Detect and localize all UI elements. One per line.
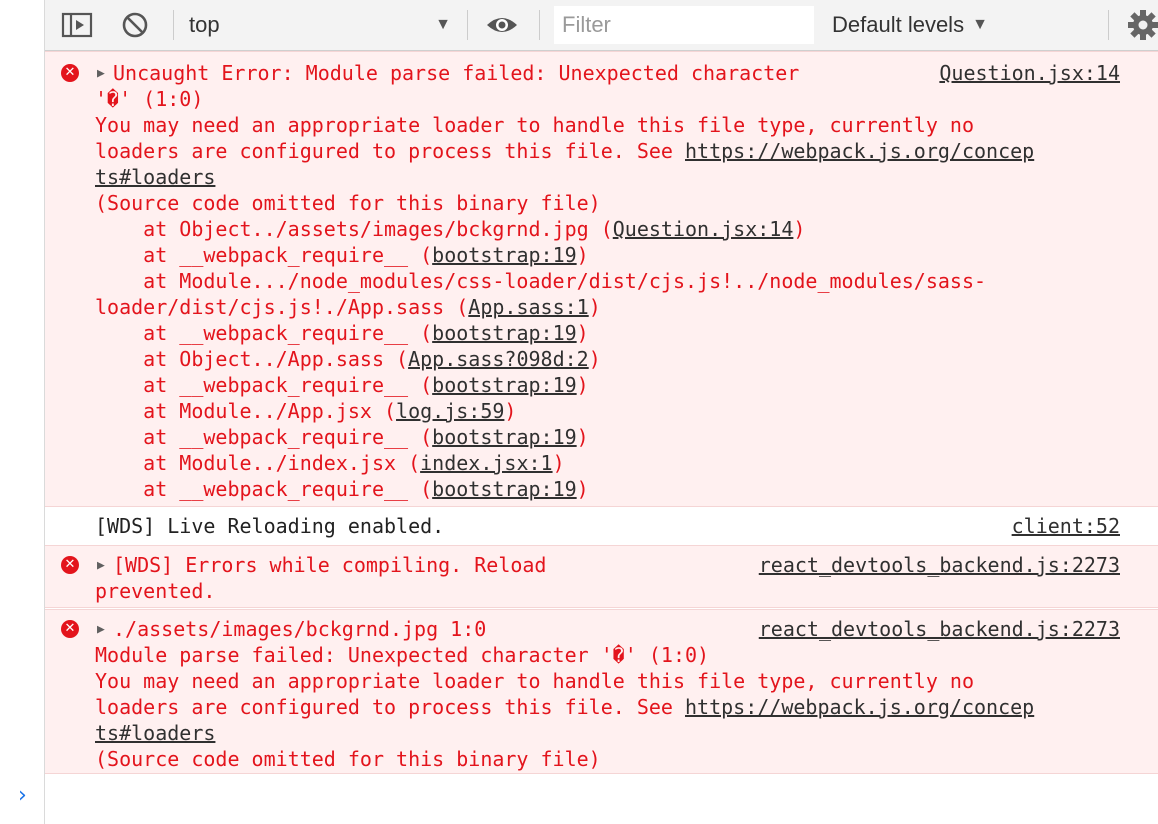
error-text-line: (Source code omitted for this binary fil… bbox=[95, 191, 601, 215]
stack-frame: at Module../index.jsx (index.jsx:1) bbox=[95, 450, 565, 476]
error-text-line: loaders are configured to process this f… bbox=[95, 694, 1034, 720]
error-text-line: You may need an appropriate loader to ha… bbox=[95, 113, 974, 137]
error-text-line: loaders are configured to process this f… bbox=[95, 138, 1034, 164]
stack-frame-tail: ) bbox=[576, 477, 589, 501]
stack-frame-link[interactable]: bootstrap:19 bbox=[432, 321, 577, 345]
error-text: loaders are configured to process this f… bbox=[95, 139, 686, 163]
expand-triangle-icon[interactable]: ▶ bbox=[97, 617, 105, 643]
stack-frame-link[interactable]: Question.jsx:14 bbox=[613, 217, 794, 241]
docs-link[interactable]: https://webpack.js.org/concep bbox=[685, 695, 1034, 719]
error-text-line: ts#loaders bbox=[95, 720, 215, 746]
source-link[interactable]: Question.jsx:14 bbox=[939, 60, 1120, 86]
console-log-message[interactable]: [WDS] Live Reloading enabled. client:52 bbox=[45, 508, 1158, 544]
toolbar-divider bbox=[173, 10, 174, 40]
docs-link[interactable]: https://webpack.js.org/concep bbox=[685, 139, 1034, 163]
toolbar-divider bbox=[539, 10, 540, 40]
stack-frame-link[interactable]: index.jsx:1 bbox=[420, 451, 552, 475]
expand-triangle-icon[interactable]: ▶ bbox=[97, 61, 105, 87]
stack-frame-text: at Module.../node_modules/css-loader/dis… bbox=[95, 269, 987, 293]
stack-frame-text: at __webpack_require__ ( bbox=[95, 425, 433, 449]
error-text-line: '�' (1:0) bbox=[95, 87, 204, 111]
stack-frame-text: at __webpack_require__ ( bbox=[95, 321, 433, 345]
error-title: [WDS] Errors while compiling. Reload bbox=[113, 553, 547, 577]
stack-frame-text: at __webpack_require__ ( bbox=[95, 243, 433, 267]
console-error-message[interactable]: ✕ ▶ [WDS] Errors while compiling. Reload… bbox=[45, 545, 1158, 608]
error-text-line: (Source code omitted for this binary fil… bbox=[95, 747, 601, 771]
stack-frame: at Object../App.sass (App.sass?098d:2) bbox=[95, 346, 601, 372]
stack-frame-link[interactable]: bootstrap:19 bbox=[432, 477, 577, 501]
expand-triangle-icon[interactable]: ▶ bbox=[97, 553, 105, 579]
error-text-line: You may need an appropriate loader to ha… bbox=[95, 669, 974, 693]
error-title: Uncaught Error: Module parse failed: Une… bbox=[113, 61, 800, 85]
error-text: loaders are configured to process this f… bbox=[95, 695, 686, 719]
error-title: ./assets/images/bckgrnd.jpg 1:0 bbox=[113, 617, 487, 641]
error-icon: ✕ bbox=[61, 64, 79, 82]
stack-frame-tail: ) bbox=[588, 347, 601, 371]
source-link[interactable]: react_devtools_backend.js:2273 bbox=[759, 616, 1120, 642]
source-link[interactable]: react_devtools_backend.js:2273 bbox=[759, 552, 1120, 578]
stack-frame-text: loader/dist/cjs.js!./App.sass ( bbox=[95, 295, 469, 319]
console-error-message[interactable]: ✕ ▶ Uncaught Error: Module parse failed:… bbox=[45, 51, 1158, 507]
filter-input[interactable] bbox=[554, 6, 814, 44]
stack-frame-link[interactable]: bootstrap:19 bbox=[432, 373, 577, 397]
context-value: top bbox=[189, 12, 220, 37]
stack-frame: at __webpack_require__ (bootstrap:19) bbox=[95, 372, 589, 398]
stack-frame: at Module../App.jsx (log.js:59) bbox=[95, 398, 516, 424]
stack-frame-tail: ) bbox=[793, 217, 806, 241]
live-expression-eye-icon[interactable] bbox=[485, 0, 519, 50]
stack-frame-text: at Module../index.jsx ( bbox=[95, 451, 421, 475]
console-error-message[interactable]: ✕ ▶ ./assets/images/bckgrnd.jpg 1:0 reac… bbox=[45, 609, 1158, 774]
stack-frame: at Module.../node_modules/css-loader/dis… bbox=[95, 268, 986, 294]
source-link[interactable]: client:52 bbox=[1012, 513, 1120, 539]
stack-frame-text: at Object../assets/images/bckgrnd.jpg ( bbox=[95, 217, 613, 241]
levels-label: Default levels bbox=[832, 12, 965, 37]
stack-frame: at __webpack_require__ (bootstrap:19) bbox=[95, 320, 589, 346]
stack-frame: at __webpack_require__ (bootstrap:19) bbox=[95, 424, 589, 450]
stack-frame-text: at __webpack_require__ ( bbox=[95, 477, 433, 501]
stack-frame-tail: ) bbox=[552, 451, 565, 475]
stack-frame-link[interactable]: App.sass?098d:2 bbox=[408, 347, 589, 371]
toolbar-divider bbox=[1108, 10, 1109, 40]
docs-link[interactable]: ts#loaders bbox=[95, 165, 215, 189]
docs-link[interactable]: ts#loaders bbox=[95, 721, 215, 745]
stack-frame-tail: ) bbox=[588, 295, 601, 319]
stack-frame-tail: ) bbox=[576, 321, 589, 345]
stack-frame-text: at Object../App.sass ( bbox=[95, 347, 409, 371]
error-text-line: prevented. bbox=[95, 579, 216, 603]
log-text: [WDS] Live Reloading enabled. bbox=[95, 514, 445, 538]
stack-frame-tail: ) bbox=[576, 243, 589, 267]
show-sidebar-icon[interactable] bbox=[61, 0, 93, 50]
stack-frame-text: at __webpack_require__ ( bbox=[95, 373, 433, 397]
stack-frame-link[interactable]: log.js:59 bbox=[396, 399, 504, 423]
console-prompt-icon[interactable]: › bbox=[18, 783, 27, 808]
error-text-line: ts#loaders bbox=[95, 164, 215, 190]
error-icon: ✕ bbox=[61, 556, 79, 574]
stack-frame-tail: ) bbox=[576, 425, 589, 449]
stack-frame-text: at Module../App.jsx ( bbox=[95, 399, 397, 423]
chevron-down-icon: ▼ bbox=[972, 16, 988, 33]
stack-frame-link[interactable]: App.sass:1 bbox=[468, 295, 588, 319]
log-levels-dropdown[interactable]: Default levels ▼ bbox=[832, 0, 988, 50]
chevron-down-icon: ▼ bbox=[435, 16, 451, 33]
stack-frame-tail: ) bbox=[576, 373, 589, 397]
stack-frame: at Object../assets/images/bckgrnd.jpg (Q… bbox=[95, 216, 805, 242]
error-icon: ✕ bbox=[61, 620, 79, 638]
clear-console-icon[interactable] bbox=[121, 0, 149, 50]
stack-frame-link[interactable]: bootstrap:19 bbox=[432, 243, 577, 267]
settings-gear-icon[interactable] bbox=[1128, 0, 1158, 50]
context-selector[interactable]: top ▼ bbox=[189, 0, 451, 50]
stack-frame: at __webpack_require__ (bootstrap:19) bbox=[95, 476, 589, 502]
toolbar-divider bbox=[467, 10, 468, 40]
stack-frame-link[interactable]: bootstrap:19 bbox=[432, 425, 577, 449]
stack-frame: at __webpack_require__ (bootstrap:19) bbox=[95, 242, 589, 268]
error-text-line: Module parse failed: Unexpected characte… bbox=[95, 643, 710, 667]
console-toolbar: top ▼ Default levels ▼ bbox=[45, 0, 1158, 51]
stack-frame-tail: ) bbox=[504, 399, 517, 423]
stack-frame: loader/dist/cjs.js!./App.sass (App.sass:… bbox=[95, 294, 601, 320]
